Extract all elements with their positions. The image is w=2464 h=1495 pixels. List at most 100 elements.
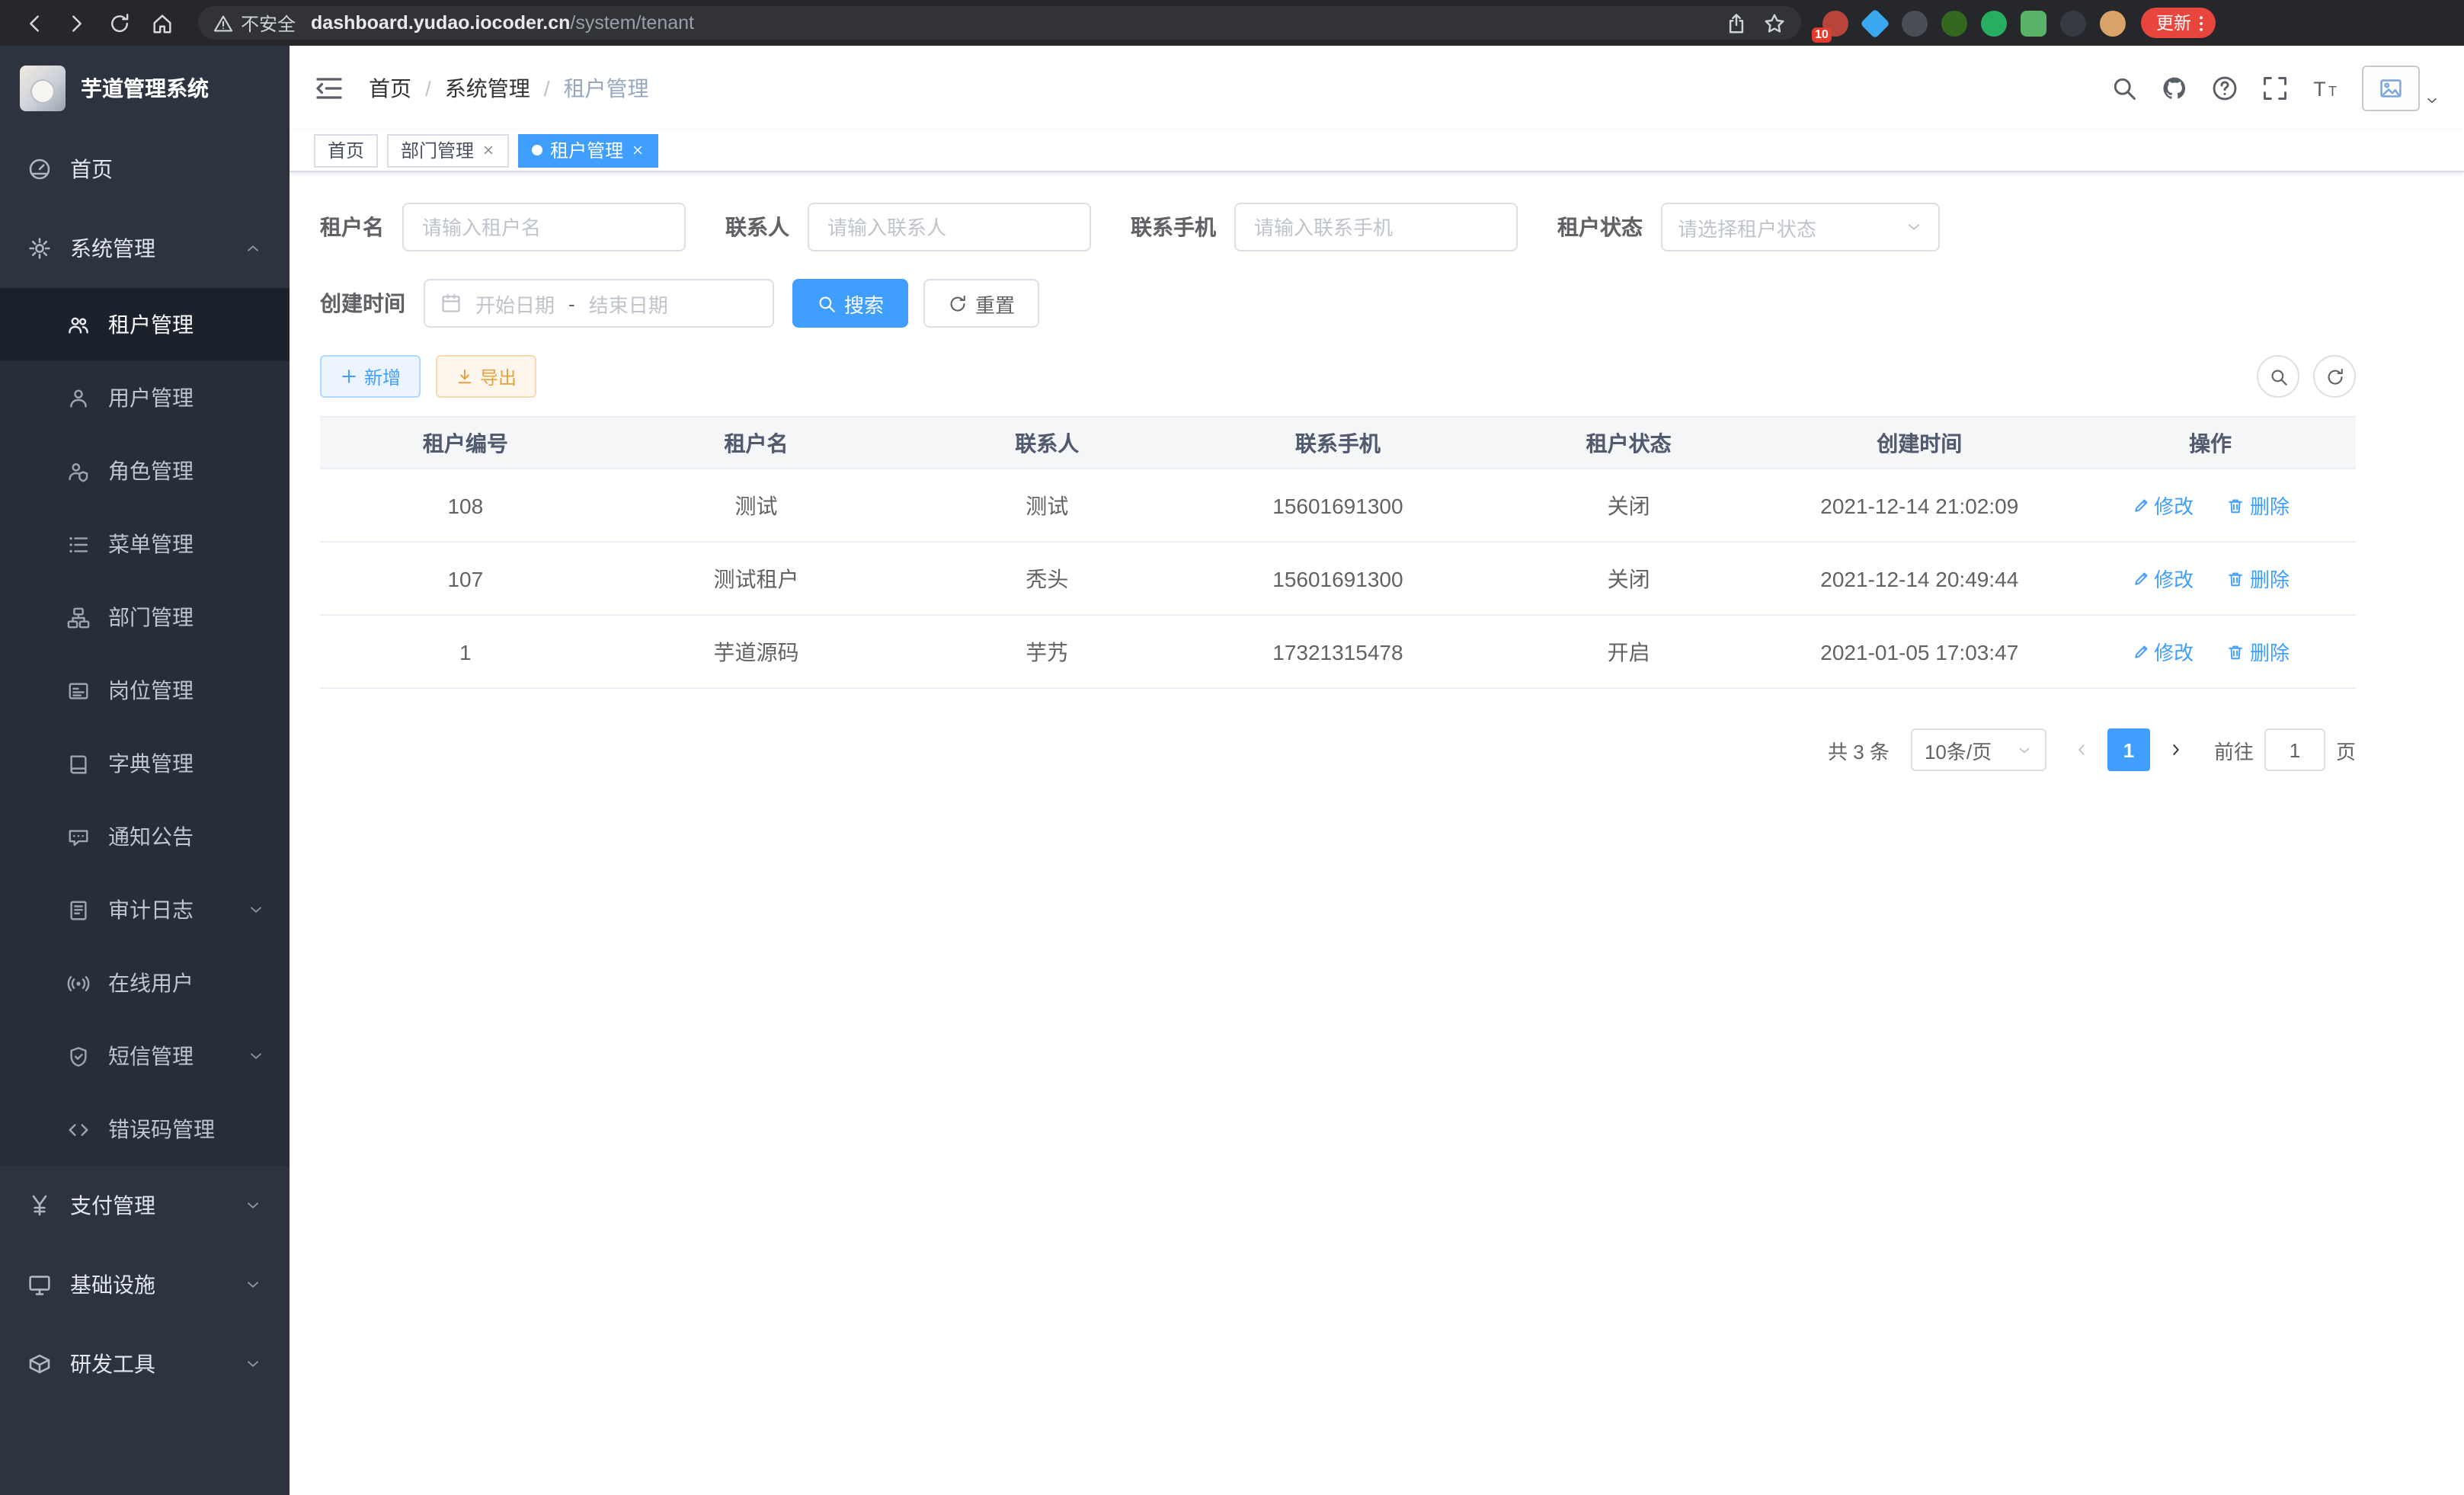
- delete-link[interactable]: 删除: [2227, 491, 2290, 520]
- refresh-table-button[interactable]: [2313, 355, 2356, 398]
- prev-page-button[interactable]: [2062, 728, 2101, 771]
- sidebar-item-audit-log[interactable]: 审计日志: [0, 873, 290, 946]
- col-tenant-name: 租户名: [611, 417, 902, 469]
- breadcrumb-home[interactable]: 首页: [369, 72, 411, 103]
- sidebar-item-sms-management[interactable]: 短信管理: [0, 1020, 290, 1093]
- fullscreen-icon[interactable]: [2261, 74, 2289, 101]
- address-bar[interactable]: 不安全 dashboard.yudao.iocoder.cn/system/te…: [198, 6, 1801, 40]
- pencil-icon: [2131, 569, 2149, 587]
- search-button[interactable]: 搜索: [792, 279, 908, 328]
- sidebar-item-online-users[interactable]: 在线用户: [0, 946, 290, 1020]
- edit-link[interactable]: 修改: [2131, 564, 2194, 593]
- export-button[interactable]: 导出: [436, 355, 536, 398]
- bookmark-star-icon[interactable]: [1763, 11, 1786, 34]
- date-end-placeholder: 结束日期: [589, 289, 668, 318]
- cell-created: 2021-12-14 21:02:09: [1774, 469, 2065, 542]
- col-created: 创建时间: [1774, 417, 2065, 469]
- dashboard-icon: [27, 157, 52, 181]
- help-icon[interactable]: [2211, 74, 2238, 101]
- search-icon: [817, 293, 837, 313]
- status-select[interactable]: 请选择租户状态: [1661, 203, 1940, 251]
- browser-home-button[interactable]: [143, 5, 180, 41]
- reset-button[interactable]: 重置: [923, 279, 1039, 328]
- sidebar-item-dev-tools[interactable]: 研发工具: [0, 1324, 290, 1404]
- warning-icon: [213, 13, 233, 33]
- sidebar-item-menu-management[interactable]: 菜单管理: [0, 507, 290, 581]
- tab-tenant-management[interactable]: 租户管理: [518, 133, 658, 167]
- cell-status: 开启: [1483, 615, 1774, 688]
- next-page-button[interactable]: [2156, 728, 2196, 771]
- page-content: 租户名 联系人 联系手机 租户状态: [290, 172, 2464, 1495]
- goto-page-input[interactable]: [2264, 728, 2325, 771]
- tab-dept-management[interactable]: 部门管理: [387, 133, 509, 167]
- active-tab-dot: [532, 145, 542, 155]
- user-icon: [67, 386, 90, 409]
- chevron-right-icon: [2167, 741, 2185, 759]
- add-button[interactable]: 新增: [320, 355, 421, 398]
- share-icon[interactable]: [1725, 11, 1748, 34]
- breadcrumb-system[interactable]: 系统管理: [445, 72, 530, 103]
- page-size-select[interactable]: 10条/页: [1911, 728, 2046, 771]
- sidebar-item-payment-management[interactable]: 支付管理: [0, 1166, 290, 1245]
- contact-input[interactable]: [808, 203, 1091, 251]
- chevron-down-icon: [244, 1355, 262, 1373]
- browser-window: 不安全 dashboard.yudao.iocoder.cn/system/te…: [0, 0, 2464, 1495]
- date-separator: -: [568, 292, 575, 315]
- monitor-icon: [27, 1273, 52, 1297]
- extension-icon-1[interactable]: 10: [1822, 10, 1848, 36]
- sidebar-item-post-management[interactable]: 岗位管理: [0, 654, 290, 727]
- phone-input[interactable]: [1234, 203, 1518, 251]
- font-size-icon[interactable]: [2312, 74, 2339, 101]
- delete-link[interactable]: 删除: [2227, 564, 2290, 593]
- close-icon[interactable]: [631, 143, 645, 157]
- kebab-menu-icon[interactable]: [2191, 13, 2211, 33]
- delete-link[interactable]: 删除: [2227, 637, 2290, 666]
- chevron-down-icon: [247, 1047, 265, 1065]
- page-unit-label: 页: [2336, 735, 2356, 764]
- extension-icon-4[interactable]: [1941, 10, 1967, 36]
- table-row: 1 芋道源码 芋艿 17321315478 开启 2021-01-05 17:0…: [320, 615, 2356, 688]
- cell-status: 关闭: [1483, 542, 1774, 615]
- sidebar-item-dept-management[interactable]: 部门管理: [0, 581, 290, 654]
- sidebar-item-infrastructure[interactable]: 基础设施: [0, 1245, 290, 1324]
- chevron-down-icon: [1905, 218, 1923, 236]
- id-card-icon: [67, 679, 90, 702]
- close-icon[interactable]: [482, 143, 495, 157]
- sidebar-item-role-management[interactable]: 角色管理: [0, 434, 290, 507]
- profile-avatar-icon[interactable]: [2100, 10, 2126, 36]
- sidebar-item-home[interactable]: 首页: [0, 130, 290, 209]
- sidebar-item-system-management[interactable]: 系统管理: [0, 209, 290, 288]
- header-search-icon[interactable]: [2110, 74, 2138, 101]
- tab-home[interactable]: 首页: [314, 133, 378, 167]
- sidebar-item-notice[interactable]: 通知公告: [0, 800, 290, 873]
- github-icon[interactable]: [2161, 74, 2188, 101]
- status-label: 租户状态: [1557, 212, 1643, 242]
- breadcrumb-current: 租户管理: [564, 72, 649, 103]
- page-number-1[interactable]: 1: [2107, 728, 2150, 771]
- sidebar-item-error-code-management[interactable]: 错误码管理: [0, 1093, 290, 1166]
- sidebar-collapse-icon[interactable]: [314, 72, 344, 103]
- edit-link[interactable]: 修改: [2131, 491, 2194, 520]
- sidebar-item-dict-management[interactable]: 字典管理: [0, 727, 290, 800]
- user-avatar-menu[interactable]: [2362, 65, 2440, 110]
- sidebar-item-tenant-management[interactable]: 租户管理: [0, 288, 290, 361]
- toggle-search-button[interactable]: [2257, 355, 2299, 398]
- date-range-picker[interactable]: 开始日期 - 结束日期: [424, 279, 774, 328]
- extension-icon-2[interactable]: [1860, 8, 1890, 37]
- back-button[interactable]: [15, 5, 52, 41]
- extension-icon-5[interactable]: [1981, 10, 2007, 36]
- extension-icon-6[interactable]: [2021, 10, 2046, 36]
- logo-area[interactable]: 芋道管理系统: [0, 46, 290, 130]
- tenant-name-input[interactable]: [402, 203, 686, 251]
- extension-icon-3[interactable]: [1902, 10, 1928, 36]
- org-tree-icon: [67, 606, 90, 629]
- reload-button[interactable]: [101, 5, 137, 41]
- sidebar-item-user-management[interactable]: 用户管理: [0, 361, 290, 434]
- browser-update-button[interactable]: 更新: [2141, 8, 2216, 38]
- extension-icon-7[interactable]: [2060, 10, 2086, 36]
- pagination-total: 共 3 条: [1828, 735, 1890, 764]
- cell-actions: 修改 删除: [2065, 615, 2356, 688]
- forward-button[interactable]: [58, 5, 94, 41]
- security-indicator[interactable]: 不安全: [213, 10, 296, 36]
- edit-link[interactable]: 修改: [2131, 637, 2194, 666]
